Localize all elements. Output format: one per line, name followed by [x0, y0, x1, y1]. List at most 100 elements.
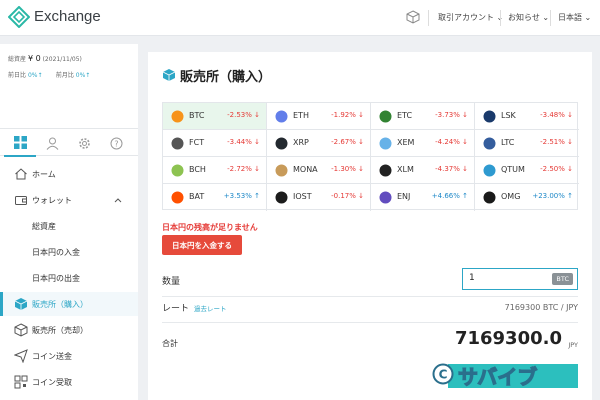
insufficient-balance-warning: 日本円の残高が足りません [162, 223, 258, 232]
coin-change-value: -2.50% [540, 165, 565, 173]
chevron-up-icon[interactable] [114, 197, 122, 203]
help-icon: ? [110, 137, 122, 149]
coin-change: -3.44% ↓ [227, 138, 260, 146]
coin-symbol: BCH [189, 165, 206, 174]
coin-symbol: IOST [293, 192, 312, 201]
total-assets-row: 総資産 ¥ 0 (2021/11/05) [8, 54, 82, 63]
sidebar-tabs: ? [0, 128, 138, 157]
deposit-jpy-button[interactable]: 日本円を入金する [162, 235, 242, 255]
watermark: C サバイブ [432, 360, 584, 390]
language-menu[interactable]: 日本語 ⌄ [558, 12, 591, 23]
coin-cell-iost[interactable]: IOST -0.17% ↓ [267, 184, 371, 211]
arrow-down-icon: ↓ [355, 192, 364, 200]
tab-settings[interactable] [68, 129, 100, 157]
app-name[interactable]: Exchange [34, 8, 101, 25]
total-unit: JPY [568, 341, 578, 349]
sidebar-item-receive-coin[interactable]: コイン受取 [0, 370, 138, 394]
tab-profile[interactable] [36, 129, 68, 157]
coin-cell-mona[interactable]: MONA -1.30% ↓ [267, 157, 371, 184]
prev-month-label: 前月比 [55, 72, 74, 79]
arrow-down-icon: ↓ [459, 138, 468, 146]
coin-change: -1.30% ↓ [331, 165, 364, 173]
exchange-logo-icon[interactable] [8, 6, 30, 28]
coin-cell-omg[interactable]: OMG +23.00% ↑ [475, 184, 579, 211]
coin-change: -3.73% ↓ [435, 111, 468, 119]
header-divider [428, 10, 429, 26]
enj-coin-icon [379, 191, 392, 204]
coin-change-value: -3.73% [435, 111, 460, 119]
bch-coin-icon [171, 164, 184, 177]
sidebar-item-label: ウォレット [32, 195, 72, 205]
svg-text:?: ? [114, 139, 118, 148]
coin-cell-bch[interactable]: BCH -2.72% ↓ [163, 157, 267, 184]
sidebar-item-label: 日本円の入金 [32, 247, 80, 257]
coin-cell-fct[interactable]: FCT -3.44% ↓ [163, 130, 267, 157]
quantity-label: 数量 [162, 277, 181, 287]
coin-symbol: ENJ [397, 192, 411, 201]
coin-cell-lsk[interactable]: LSK -3.48% ↓ [475, 103, 579, 130]
fct-coin-icon [171, 137, 184, 150]
header-divider [550, 10, 551, 26]
past-rate-link[interactable]: 過去レート [194, 303, 227, 313]
coin-change-value: -1.30% [331, 165, 356, 173]
notice-menu[interactable]: お知らせ ⌄ [508, 12, 549, 23]
svg-text:C: C [439, 368, 448, 382]
coin-cell-xem[interactable]: XEM -4.24% ↓ [371, 130, 475, 157]
coin-cell-bat[interactable]: BAT +3.53% ↑ [163, 184, 267, 211]
coin-symbol: ETH [293, 111, 309, 120]
coin-change-value: +4.66% [431, 192, 460, 200]
tab-dashboard[interactable] [4, 129, 36, 157]
sidebar-item-label: 販売所（購入） [32, 299, 88, 309]
header-divider [500, 10, 501, 26]
wallet-icon [15, 196, 27, 205]
coin-cell-etc[interactable]: ETC -3.73% ↓ [371, 103, 475, 130]
coin-cell-ltc[interactable]: LTC -2.51% ↓ [475, 130, 579, 157]
coin-change: -2.53% ↓ [227, 111, 260, 119]
arrow-up-icon: ↑ [459, 192, 468, 200]
coin-symbol: FCT [189, 138, 205, 147]
arrow-down-icon: ↓ [459, 165, 468, 173]
total-value: 7169300.0 [454, 328, 562, 349]
qtum-coin-icon [483, 164, 496, 177]
coin-cell-xlm[interactable]: XLM -4.37% ↓ [371, 157, 475, 184]
coin-change: -4.24% ↓ [435, 138, 468, 146]
coin-cell-btc[interactable]: BTC -2.53% ↓ [163, 103, 267, 130]
sidebar-item-jpy-withdraw[interactable]: 日本円の出金 [0, 266, 138, 290]
sidebar-item-label: 販売所（売却） [32, 325, 88, 335]
coin-change-value: -0.17% [331, 192, 356, 200]
sidebar-item-wallet[interactable]: ウォレット [0, 188, 138, 212]
coin-cell-eth[interactable]: ETH -1.92% ↓ [267, 103, 371, 130]
sidebar-item-sell[interactable]: 販売所（売却） [0, 318, 138, 342]
prev-day-label: 前日比 [8, 72, 27, 79]
coin-change-value: -2.53% [227, 111, 252, 119]
coin-symbol: QTUM [501, 165, 525, 174]
lsk-coin-icon [483, 110, 496, 123]
coin-symbol: BAT [189, 192, 205, 201]
coin-change-value: -3.44% [227, 138, 252, 146]
sidebar-item-jpy-deposit[interactable]: 日本円の入金 [0, 240, 138, 264]
account-menu[interactable]: 取引アカウント ⌄ [438, 12, 503, 23]
arrow-down-icon: ↓ [251, 165, 260, 173]
coin-symbol: ETC [397, 111, 413, 120]
rate-value: 7169300 BTC / JPY [504, 303, 578, 312]
arrow-down-icon: ↓ [564, 111, 573, 119]
sidebar-item-label: コイン送金 [32, 351, 72, 361]
quantity-input[interactable]: 1 BTC [462, 268, 578, 290]
coin-cell-qtum[interactable]: QTUM -2.50% ↓ [475, 157, 579, 184]
arrow-down-icon: ↓ [251, 111, 260, 119]
sidebar: 総資産 ¥ 0 (2021/11/05) 前日比 0%↑ 前月比 0%↑ ? ホ… [0, 44, 138, 400]
sidebar-item-buy[interactable]: 販売所（購入） [0, 292, 138, 316]
quantity-value[interactable]: 1 [469, 273, 475, 283]
sidebar-item-total-assets[interactable]: 総資産 [0, 214, 138, 238]
tab-help[interactable]: ? [100, 129, 132, 157]
cube-icon[interactable] [406, 10, 420, 24]
coin-change-value: -4.24% [435, 138, 460, 146]
balance-date: (2021/11/05) [42, 56, 82, 63]
coin-cell-enj[interactable]: ENJ +4.66% ↑ [371, 184, 475, 211]
etc-coin-icon [379, 110, 392, 123]
coin-cell-xrp[interactable]: XRP -2.67% ↓ [267, 130, 371, 157]
sidebar-item-home[interactable]: ホーム [0, 162, 138, 186]
prev-month-value: 0%↑ [75, 72, 91, 79]
sidebar-item-send-coin[interactable]: コイン送金 [0, 344, 138, 368]
coin-change-value: +3.53% [223, 192, 252, 200]
